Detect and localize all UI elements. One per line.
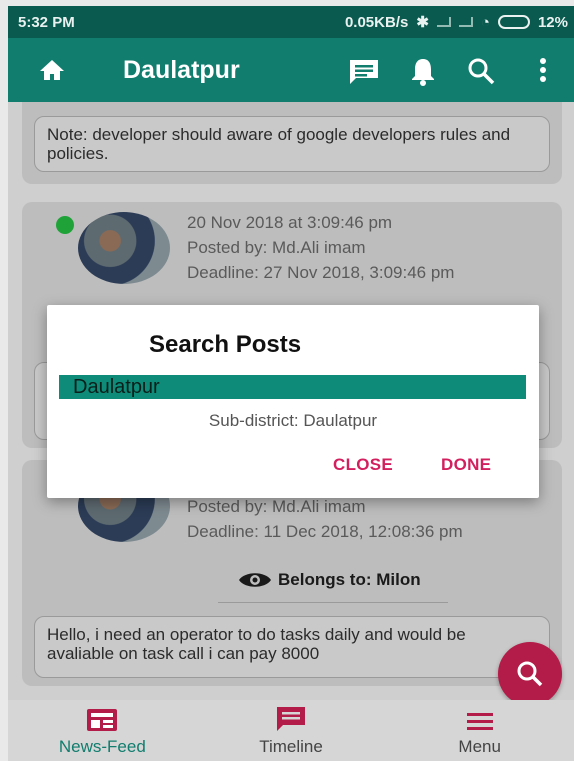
nav-item-timeline[interactable]: Timeline [197, 700, 386, 761]
bluetooth-icon: ✱ [416, 14, 429, 31]
nav-label: Timeline [259, 737, 323, 756]
nav-label: Menu [458, 737, 501, 756]
signal-icon-2 [458, 17, 473, 27]
nav-item-news-feed[interactable]: News-Feed [8, 700, 197, 761]
district-selector[interactable]: Daulatpur [59, 375, 526, 399]
menu-icon [466, 713, 493, 730]
bell-icon[interactable] [410, 56, 436, 91]
battery-percent: 12% [537, 13, 568, 31]
close-button[interactable]: CLOSE [333, 455, 393, 475]
wifi-icon: ◔ [480, 13, 490, 31]
app-bar: Daulatpur [8, 38, 574, 102]
bottom-nav: News-Feed Timeline Menu [8, 700, 574, 761]
app-root: 5:32 PM 0.05KB/s ✱ ◔ 12% Daulatpur Note:… [0, 0, 574, 761]
nav-label: News-Feed [58, 737, 146, 756]
status-bar: 5:32 PM 0.05KB/s ✱ ◔ 12% [8, 6, 574, 38]
page-title: Daulatpur [123, 56, 240, 84]
net-speed: 0.05KB/s [344, 13, 409, 31]
status-icons: 0.05KB/s ✱ ◔ 12% [344, 13, 568, 32]
nav-item-menu[interactable]: Menu [385, 700, 574, 761]
signal-icon [436, 17, 451, 27]
home-icon[interactable] [38, 58, 66, 87]
more-vert-icon[interactable] [538, 56, 548, 89]
sub-district-label[interactable]: Sub-district: Daulatpur [47, 411, 539, 431]
done-button[interactable]: DONE [441, 455, 491, 475]
dialog-title: Search Posts [149, 331, 302, 358]
message-icon [277, 707, 305, 731]
chat-icon[interactable] [348, 58, 380, 91]
newspaper-icon [87, 709, 118, 731]
status-time: 5:32 PM [18, 13, 75, 31]
search-posts-dialog: Search Posts Daulatpur Sub-district: Dau… [47, 305, 539, 498]
battery-icon [497, 15, 530, 29]
search-icon[interactable] [466, 56, 496, 91]
